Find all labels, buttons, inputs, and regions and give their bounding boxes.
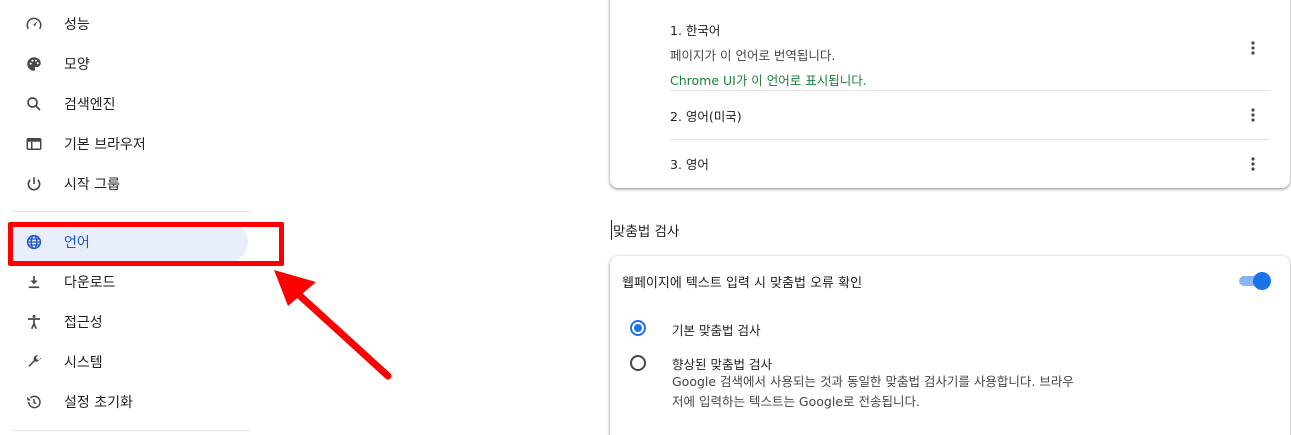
language-item: 1. 한국어 페이지가 이 언어로 번역됩니다. Chrome UI가 이 언어… xyxy=(670,20,1270,89)
accessibility-icon xyxy=(24,312,44,332)
enhanced-spellcheck-desc: Google 검색에서 사용되는 것과 동일한 맞춤법 검사기를 사용합니다. … xyxy=(672,372,1132,412)
sidebar-item-label: 검색엔진 xyxy=(64,97,116,113)
enhanced-spellcheck-radio[interactable] xyxy=(630,355,646,371)
language-ui-note: Chrome UI가 이 언어로 표시됩니다. xyxy=(670,73,867,88)
sidebar-item-label: 모양 xyxy=(64,57,90,73)
download-icon xyxy=(24,272,44,292)
more-vert-icon xyxy=(1251,157,1255,171)
sidebar-item-downloads[interactable]: 다운로드 xyxy=(12,262,248,302)
sidebar-item-label: 다운로드 xyxy=(64,275,116,291)
sidebar-divider xyxy=(12,430,250,431)
language-name: 3. 영어 xyxy=(670,157,709,172)
sidebar-item-accessibility[interactable]: 접근성 xyxy=(12,302,248,342)
more-actions-button[interactable] xyxy=(1243,154,1263,174)
language-item: 3. 영어 xyxy=(670,154,1270,173)
sidebar-item-performance[interactable]: 성능 xyxy=(12,4,248,44)
sidebar-item-label: 시작 그룹 xyxy=(64,177,120,193)
sidebar-item-system[interactable]: 시스템 xyxy=(12,342,248,382)
enhanced-spellcheck-desc-line: 저에 입력하는 텍스트는 Google로 전송됩니다. xyxy=(672,394,920,409)
language-translate-note: 페이지가 이 언어로 번역됩니다. xyxy=(670,48,836,63)
more-vert-icon xyxy=(1251,108,1255,122)
sidebar-item-search-engine[interactable]: 검색엔진 xyxy=(12,84,248,124)
language-name: 2. 영어(미국) xyxy=(670,109,742,124)
row-divider xyxy=(670,90,1270,91)
speedometer-icon xyxy=(24,14,44,34)
sidebar-divider xyxy=(12,211,250,212)
search-icon xyxy=(24,94,44,114)
settings-sidebar: 성능 모양 검색엔진 기본 브라우저 시작 그룹 언어 다운로드 접근성 시스템… xyxy=(0,0,260,435)
toggle-knob xyxy=(1253,272,1271,290)
sidebar-item-appearance[interactable]: 모양 xyxy=(12,44,248,84)
sidebar-item-label: 성능 xyxy=(64,17,90,33)
basic-spellcheck-label: 기본 맞춤법 검사 xyxy=(672,323,761,338)
sidebar-item-on-startup[interactable]: 시작 그룹 xyxy=(12,164,248,204)
sidebar-item-label: 설정 초기화 xyxy=(64,395,133,411)
annotation-arrow-icon xyxy=(274,270,392,380)
wrench-icon xyxy=(24,352,44,372)
sidebar-item-label: 접근성 xyxy=(64,315,103,331)
spellcheck-card: 웹페이지에 텍스트 입력 시 맞춤법 오류 확인 기본 맞춤법 검사 향상된 맞… xyxy=(610,256,1290,435)
row-divider xyxy=(670,139,1270,140)
language-item: 2. 영어(미국) xyxy=(670,106,1270,125)
power-icon xyxy=(24,174,44,194)
more-actions-button[interactable] xyxy=(1243,38,1263,58)
spellcheck-toggle[interactable] xyxy=(1239,272,1271,290)
history-icon xyxy=(24,392,44,412)
sidebar-item-label: 시스템 xyxy=(64,355,103,371)
annotation-highlight-box xyxy=(8,222,284,266)
browser-window-icon xyxy=(24,134,44,154)
spellcheck-toggle-label: 웹페이지에 텍스트 입력 시 맞춤법 오류 확인 xyxy=(622,276,863,291)
more-actions-button[interactable] xyxy=(1243,105,1263,125)
enhanced-spellcheck-desc-line: Google 검색에서 사용되는 것과 동일한 맞춤법 검사기를 사용합니다. … xyxy=(672,374,1074,389)
basic-spellcheck-radio[interactable] xyxy=(630,320,646,336)
enhanced-spellcheck-label: 향상된 맞춤법 검사 xyxy=(672,357,772,372)
language-list-card: 1. 한국어 페이지가 이 언어로 번역됩니다. Chrome UI가 이 언어… xyxy=(610,0,1290,188)
sidebar-item-reset[interactable]: 설정 초기화 xyxy=(12,382,248,422)
sidebar-item-label: 기본 브라우저 xyxy=(64,137,146,153)
more-vert-icon xyxy=(1251,41,1255,55)
language-name: 1. 한국어 xyxy=(670,23,721,38)
sidebar-item-default-browser[interactable]: 기본 브라우저 xyxy=(12,124,248,164)
palette-icon xyxy=(24,54,44,74)
section-title: 맞춤법 검사 xyxy=(611,220,679,240)
